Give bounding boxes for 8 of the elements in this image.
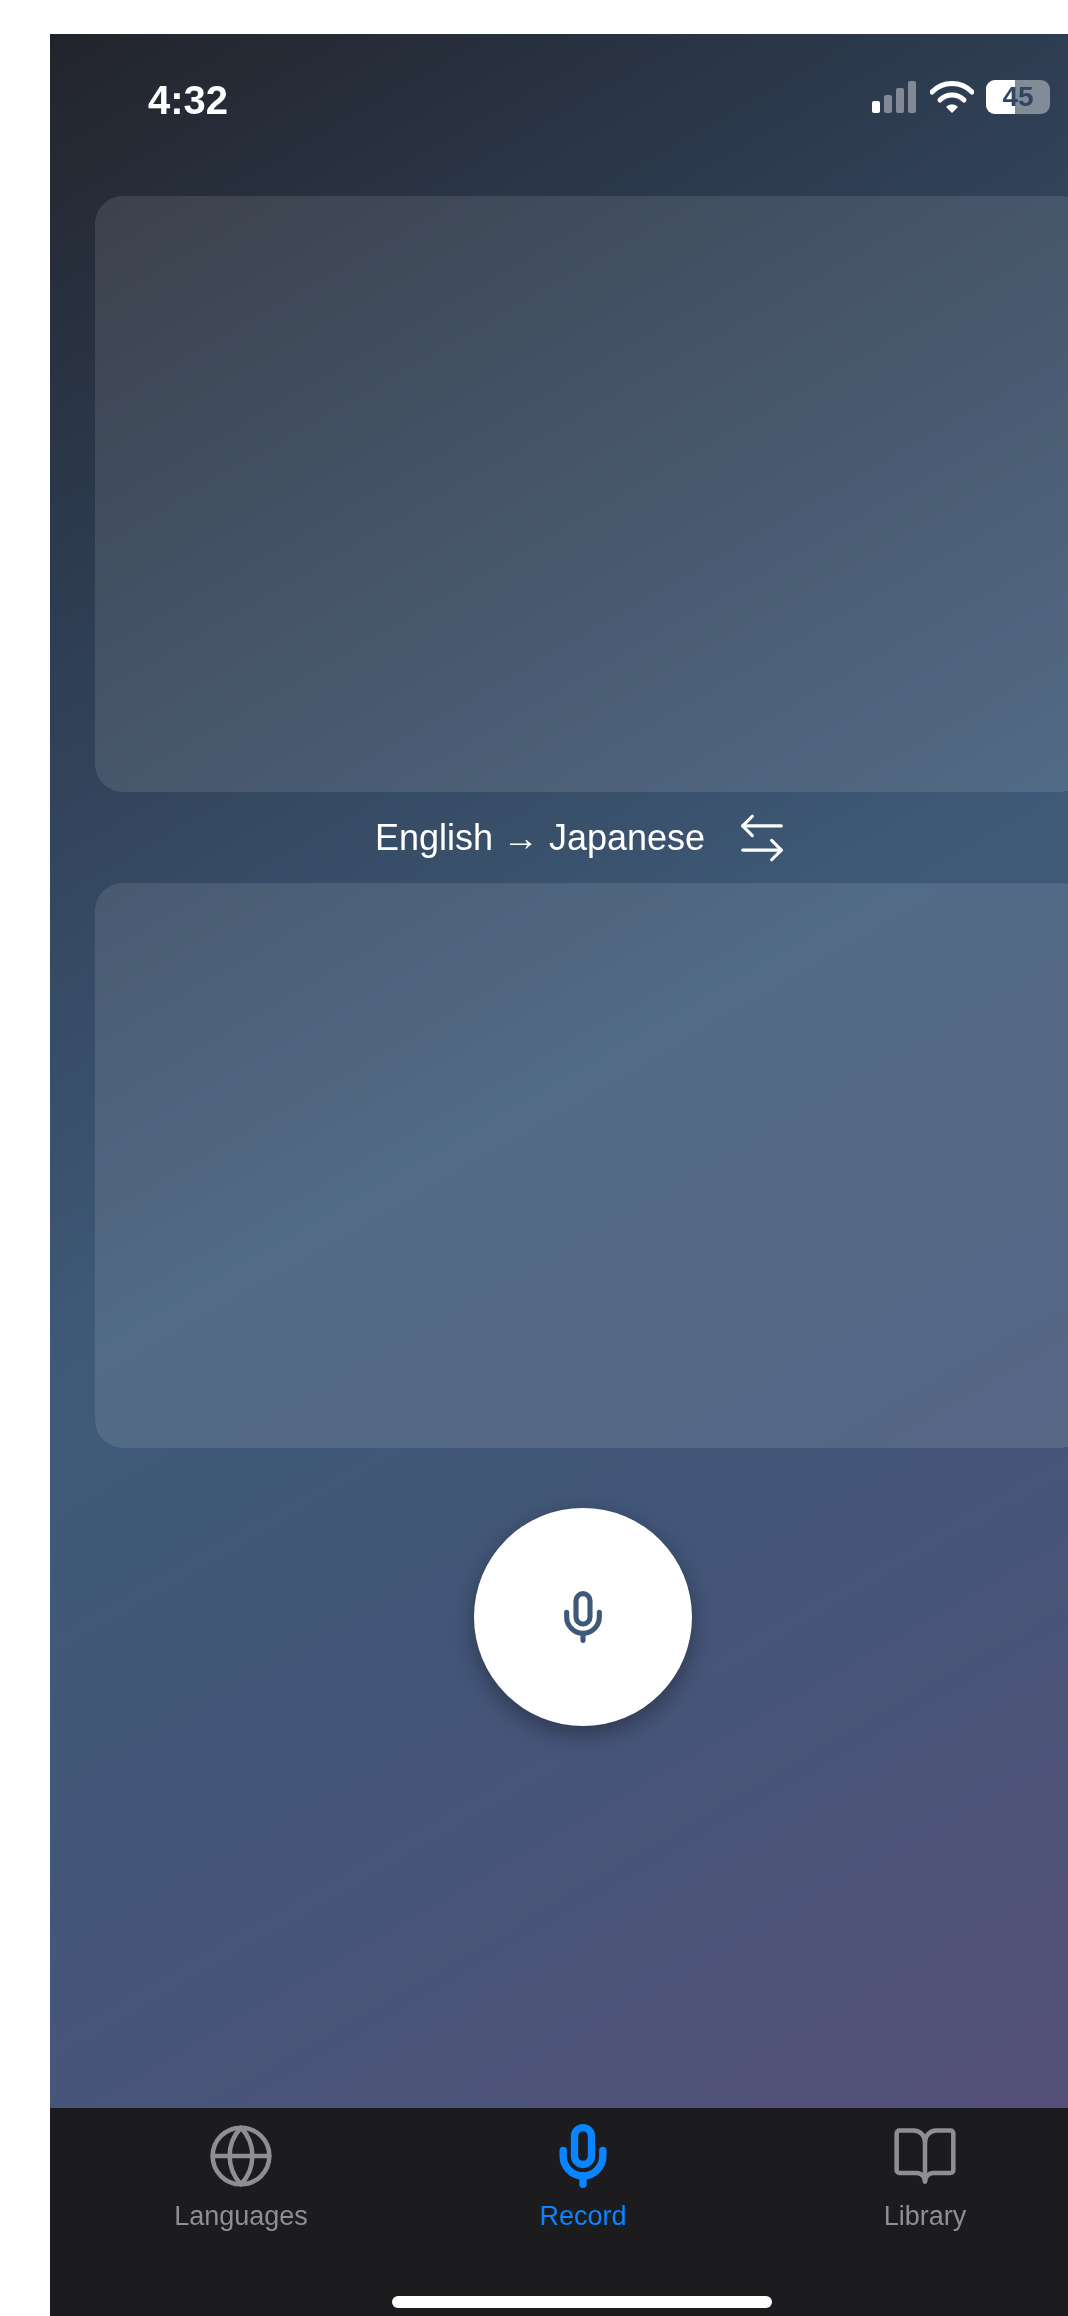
tab-item[interactable]: Record xyxy=(473,2122,693,2237)
language-pair-label[interactable]: English → Japanese xyxy=(374,810,706,865)
signal-icon xyxy=(872,81,918,113)
wifi-icon xyxy=(930,81,974,113)
status-time: 4:32 xyxy=(148,80,229,120)
tab-item[interactable]: Languages xyxy=(131,2122,351,2237)
tab-item[interactable]: Library xyxy=(815,2122,1035,2237)
globe-icon xyxy=(207,2122,275,2190)
